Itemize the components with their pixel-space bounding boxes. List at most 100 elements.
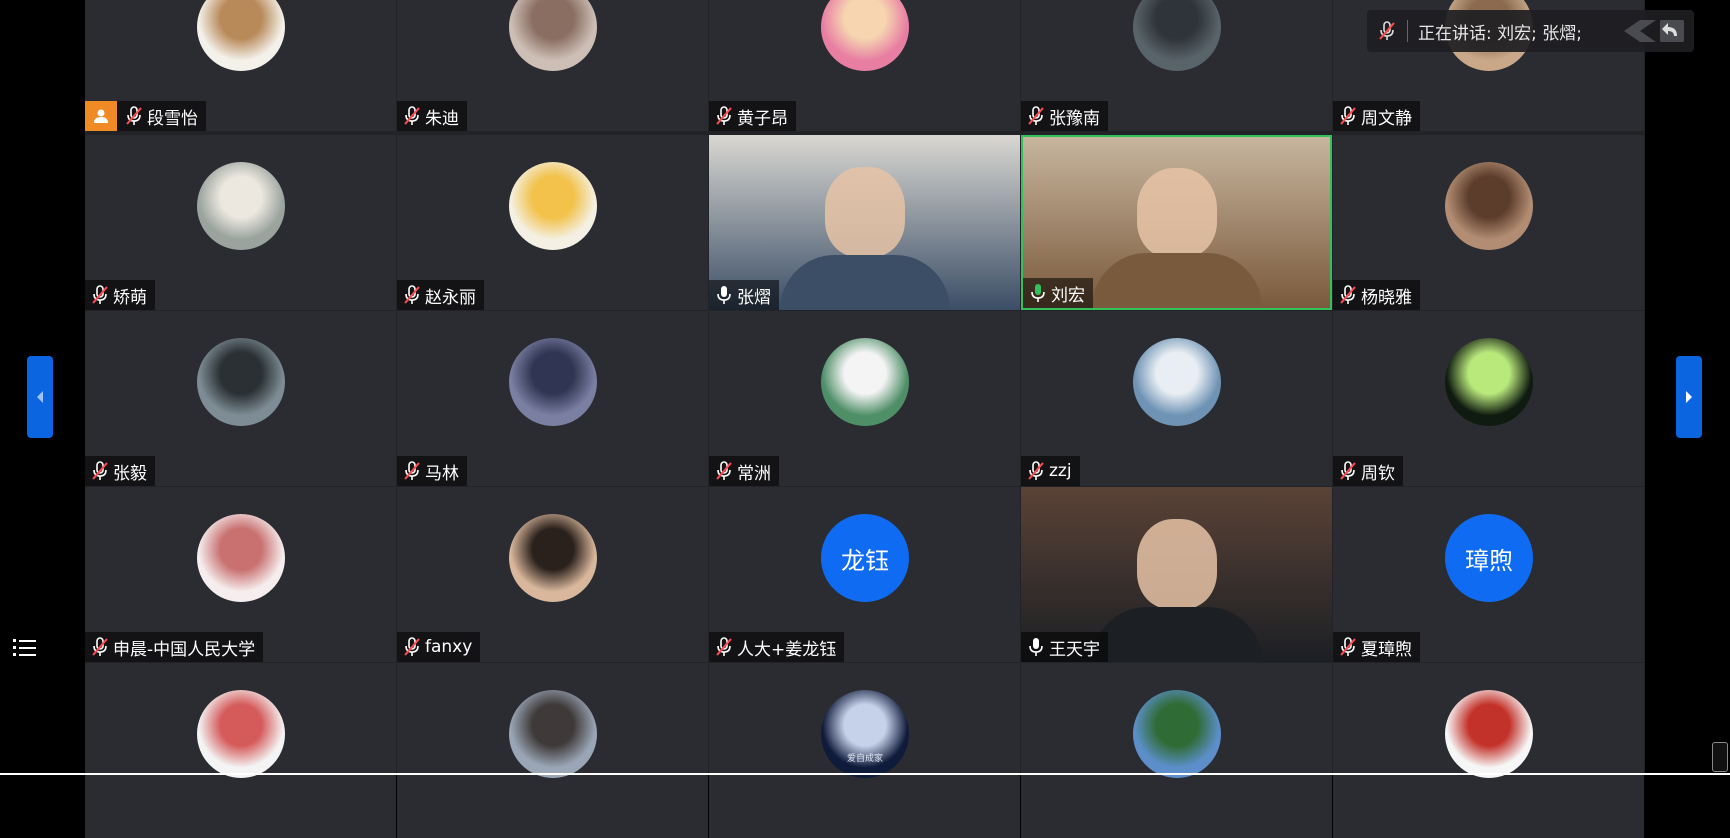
microphone-muted-icon (1339, 637, 1357, 657)
participant-name: 周文静 (1361, 108, 1412, 129)
participant-name-label: 夏璋煦 (1333, 632, 1420, 662)
participant-name: 周钦 (1361, 463, 1395, 484)
microphone-muted-icon (91, 285, 109, 305)
participant-name-label: fanxy (397, 632, 481, 662)
avatar-cartoon-girl (197, 0, 285, 71)
participant-tile[interactable]: 王天宇 (1021, 487, 1332, 662)
avatar-moon: 爱自成家 (821, 690, 909, 778)
participant-name: fanxy (425, 637, 473, 657)
microphone-muted-icon (125, 106, 143, 126)
avatar-initials: 璋煦 (1445, 514, 1533, 602)
participant-tile[interactable]: zzj (1021, 311, 1332, 486)
avatar-caption: 爱自成家 (846, 754, 883, 764)
participant-name: 杨晓雅 (1361, 287, 1412, 308)
avatar-lotus-flower (1445, 338, 1533, 426)
avatar-woman-portrait (1445, 162, 1533, 250)
microphone-icon (715, 285, 733, 305)
participant-tile[interactable]: 张豫南 (1021, 0, 1332, 131)
avatar-cartoon-couple (197, 514, 285, 602)
person-body (1091, 253, 1262, 308)
avatar-girl-with-rabbit (509, 0, 597, 71)
microphone-muted-icon (403, 106, 421, 126)
participant-name-label: 申晨-中国人民大学 (85, 632, 264, 662)
participant-name: 张豫南 (1049, 108, 1100, 129)
participant-tile[interactable]: 张熠 (709, 135, 1020, 310)
microphone-muted-icon (715, 106, 733, 126)
recording-indicator (1712, 742, 1728, 772)
chevron-left-icon (37, 391, 43, 403)
participant-name-label: 赵永丽 (397, 280, 484, 310)
participant-name-label: 黄子昂 (709, 101, 796, 131)
participant-name-label: 周钦 (1333, 456, 1403, 486)
participant-name: 黄子昂 (737, 108, 788, 129)
microphone-muted-icon (403, 637, 421, 657)
microphone-muted-icon (403, 461, 421, 481)
participant-name-label: 常洲 (709, 456, 779, 486)
participant-tile[interactable]: 申晨-中国人民大学 (85, 487, 396, 662)
participant-tile[interactable]: 张毅 (85, 311, 396, 486)
participant-name: 段雪怡 (147, 108, 198, 129)
participant-tile[interactable]: 赵永丽 (397, 135, 708, 310)
avatar-plush-toy (197, 162, 285, 250)
collapse-icon[interactable] (1616, 18, 1686, 44)
host-person-icon (85, 101, 117, 131)
participant-tile[interactable]: 马林 (397, 311, 708, 486)
participant-name: 矫萌 (113, 287, 147, 308)
person-silhouette (824, 166, 905, 257)
person-silhouette (1136, 167, 1217, 258)
microphone-muted-icon[interactable] (1367, 21, 1407, 41)
participant-tile[interactable]: 段雪怡 (85, 0, 396, 131)
participant-tile[interactable]: fanxy (397, 487, 708, 662)
participant-tile[interactable]: 常洲 (709, 311, 1020, 486)
microphone-muted-icon (1027, 106, 1045, 126)
participant-name-label: 张熠 (709, 280, 779, 310)
participant-tile[interactable]: 龙钰 人大+姜龙钰 (709, 487, 1020, 662)
person-body (779, 255, 950, 310)
microphone-muted-icon (715, 461, 733, 481)
previous-page-button[interactable] (27, 356, 53, 438)
next-page-button[interactable] (1676, 356, 1702, 438)
microphone-muted-icon (91, 637, 109, 657)
participant-grid: 段雪怡 朱迪 黄子昂 张豫南 周文静矫萌 赵永丽 张熠 刘宏 杨晓雅张毅 马林 常洲 zzj 周钦申晨-… (85, 0, 1645, 838)
participant-tile[interactable]: 杨晓雅 (1333, 135, 1644, 310)
participant-name-label: 刘宏 (1023, 278, 1093, 308)
participant-tile[interactable] (397, 663, 708, 838)
participant-name-label: 人大+姜龙钰 (709, 632, 845, 662)
participant-list-button[interactable] (6, 629, 44, 667)
participant-name: 张熠 (737, 287, 771, 308)
participant-name: 刘宏 (1051, 285, 1085, 306)
avatar-mascot-drawing (1133, 338, 1221, 426)
microphone-muted-icon (715, 637, 733, 657)
participant-tile[interactable]: 周钦 (1333, 311, 1644, 486)
participant-tile[interactable]: 黄子昂 (709, 0, 1020, 131)
avatar-peanuts-character (821, 0, 909, 71)
microphone-muted-icon (1339, 461, 1357, 481)
participant-tile[interactable]: 爱自成家 (709, 663, 1020, 838)
microphone-speaking-icon (1029, 283, 1047, 303)
participant-tile[interactable]: 璋煦 夏璋煦 (1333, 487, 1644, 662)
participant-name: 申晨-中国人民大学 (113, 639, 256, 660)
list-icon (13, 639, 36, 656)
participant-name-label: zzj (1021, 456, 1080, 486)
participant-tile[interactable] (85, 663, 396, 838)
participant-name: 人大+姜龙钰 (737, 639, 837, 660)
participant-name-label: 王天宇 (1021, 632, 1108, 662)
speaking-names: 正在讲话: 刘宏; 张熠; (1418, 23, 1582, 44)
participant-tile[interactable]: 刘宏 (1021, 135, 1332, 310)
chevron-right-icon (1686, 391, 1692, 403)
participant-name-label: 周文静 (1333, 101, 1420, 131)
person-silhouette (1136, 518, 1217, 609)
participant-tile[interactable] (1333, 663, 1644, 838)
participant-name: 常洲 (737, 463, 771, 484)
participant-name-label: 矫萌 (85, 280, 155, 310)
participant-tile[interactable]: 矫萌 (85, 135, 396, 310)
avatar-basketball-player (1445, 690, 1533, 778)
participant-tile[interactable] (1021, 663, 1332, 838)
microphone-muted-icon (1027, 461, 1045, 481)
microphone-muted-icon (1339, 106, 1357, 126)
avatar-park-trees (1133, 690, 1221, 778)
participant-name-label: 杨晓雅 (1333, 280, 1420, 310)
participant-name: 马林 (425, 463, 459, 484)
participant-tile[interactable]: 朱迪 (397, 0, 708, 131)
participant-name: 朱迪 (425, 108, 459, 129)
